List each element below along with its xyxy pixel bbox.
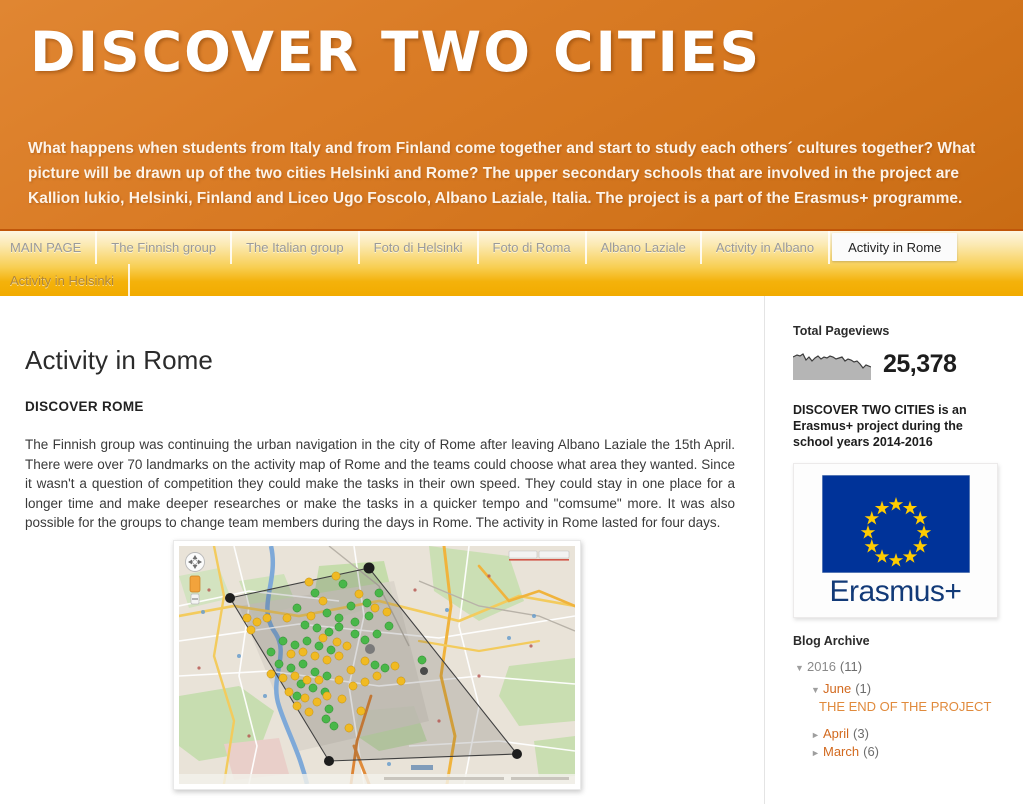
archive-post-link[interactable]: THE END OF THE PROJECT [819, 699, 991, 714]
nav-item-activity-in-helsinki[interactable]: Activity in Helsinki [0, 264, 131, 296]
nav-label: The Italian group [246, 240, 344, 255]
nav-label: Activity in Rome [848, 239, 942, 255]
triangle-down-icon[interactable]: ▼ [811, 686, 823, 695]
nav-label: The Finnish group [111, 240, 217, 255]
archive-year-2016[interactable]: ▼ 2016 (11) [795, 659, 1001, 674]
nav-item-foto-di-helsinki[interactable]: Foto di Helsinki [360, 231, 479, 264]
archive-month-june[interactable]: ▼ June (1) [811, 681, 1001, 696]
rome-activity-map-image[interactable] [179, 546, 575, 784]
widget-total-pageviews: Total Pageviews 25,378 [793, 324, 1001, 380]
blog-archive-heading: Blog Archive [793, 634, 870, 648]
triangle-right-icon[interactable]: ► [811, 731, 823, 740]
site-header: DISCOVER TWO CITIES What happens when st… [0, 0, 1023, 229]
nav-item-activity-in-rome[interactable]: Activity in Rome [832, 233, 958, 261]
archive-month-label[interactable]: June [823, 681, 851, 696]
archive-month-count: (3) [853, 726, 869, 741]
project-note-text: DISCOVER TWO CITIES is an Erasmus+ proje… [793, 403, 967, 449]
map-zoom-slider [189, 575, 201, 605]
archive-month-label[interactable]: March [823, 744, 859, 759]
archive-post-list: THE END OF THE PROJECT [819, 699, 1001, 714]
archive-month-april[interactable]: ► April (3) [811, 726, 1001, 741]
blog-title: DISCOVER TWO CITIES [30, 20, 762, 84]
nav-label: Activity in Albano [715, 240, 815, 255]
blog-description: What happens when students from Italy an… [28, 140, 976, 207]
nav-item-the-italian-group[interactable]: The Italian group [232, 231, 360, 264]
archive-month-count: (1) [855, 681, 872, 696]
pageviews-row: 25,378 [793, 348, 1001, 380]
main-column: Activity in Rome DISCOVER ROME The Finni… [0, 296, 765, 804]
nav-label: Activity in Helsinki [10, 272, 115, 288]
archive-month-label[interactable]: April [823, 726, 849, 741]
nav-label: MAIN PAGE [10, 240, 82, 255]
pageviews-heading: Total Pageviews [793, 324, 890, 338]
nav-row-primary: MAIN PAGE The Finnish group The Italian … [0, 231, 1023, 264]
nav-item-the-finnish-group[interactable]: The Finnish group [97, 231, 233, 264]
nav-row-secondary: Activity in Helsinki [0, 264, 1023, 296]
blog-page: DISCOVER TWO CITIES What happens when st… [0, 0, 1023, 804]
post-body-text: The Finnish group was continuing the urb… [25, 437, 735, 530]
post-image-frame[interactable] [173, 540, 581, 790]
nav-item-activity-in-albano[interactable]: Activity in Albano [702, 231, 831, 264]
nav-item-foto-di-roma[interactable]: Foto di Roma [479, 231, 587, 264]
nav-item-main-page[interactable]: MAIN PAGE [0, 231, 98, 264]
erasmus-logo-box: Erasmus+ [793, 463, 998, 618]
widget-blog-archive: Blog Archive ▼ 2016 (11) ▼ June (1) THE … [793, 634, 1001, 759]
eu-flag-icon [821, 474, 970, 573]
nav-item-albano-laziale[interactable]: Albano Laziale [587, 231, 702, 264]
page-content: Activity in Rome DISCOVER ROME The Finni… [0, 296, 1023, 804]
nav-label: Albano Laziale [600, 240, 686, 255]
nav-label: Foto di Helsinki [373, 240, 463, 255]
pageviews-sparkline-chart [793, 348, 871, 380]
erasmus-wordmark: Erasmus+ [829, 574, 962, 608]
map-graphic [179, 546, 575, 784]
post-subtitle: DISCOVER ROME [25, 399, 144, 414]
archive-month-count: (6) [863, 744, 880, 759]
map-pan-control [185, 552, 205, 572]
pageviews-count: 25,378 [883, 349, 957, 378]
sidebar: Total Pageviews 25,378 DISCOVER TWO CITI… [766, 296, 1023, 804]
archive-month-march[interactable]: ► March (6) [811, 744, 1001, 759]
archive-year-count: (11) [839, 659, 863, 674]
post-title: Activity in Rome [25, 345, 213, 375]
nav-label: Foto di Roma [492, 240, 571, 255]
archive-year-label: 2016 [807, 659, 836, 674]
triangle-right-icon[interactable]: ► [811, 749, 823, 758]
triangle-down-icon[interactable]: ▼ [795, 664, 807, 673]
main-navigation: MAIN PAGE The Finnish group The Italian … [0, 229, 1023, 296]
